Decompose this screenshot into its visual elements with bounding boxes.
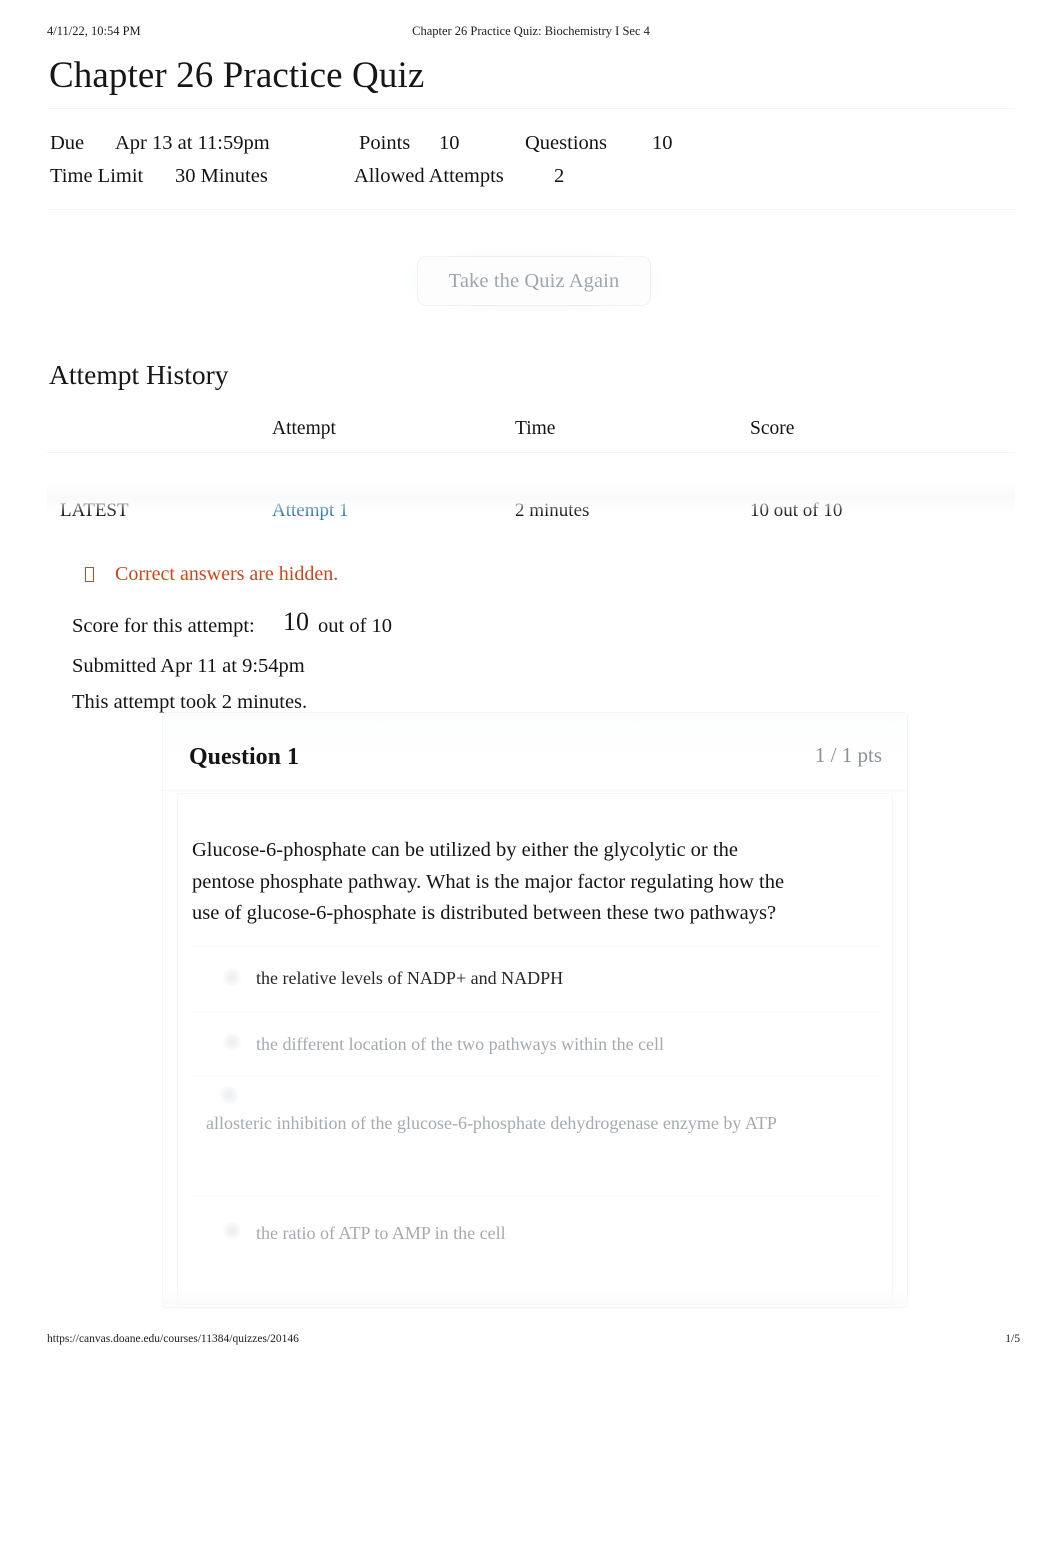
score-value: 10 [283,607,309,636]
due-label: Due [50,132,85,154]
table-header-divider [47,452,1015,453]
radio-button-icon[interactable] [223,1033,241,1051]
allowed-attempts-value: 2 [554,165,565,187]
title-divider [47,108,1015,109]
question-header: Question 1 1 / 1 pts [163,713,907,791]
attempt-summary: Score for this attempt: 10 out of 10 Sub… [72,607,672,713]
retake-area: Take the Quiz Again [0,248,1062,318]
score-line: Score for this attempt: 10 out of 10 [72,607,672,642]
question-body: Glucose-6-phosphate can be utilized by e… [177,793,893,1305]
print-footer: https://canvas.doane.edu/courses/11384/q… [0,1333,1062,1351]
attempt-history-bottom-shade [47,480,1015,514]
quiz-meta-divider [47,209,1015,210]
answer-option-3[interactable]: allosteric inhibition of the glucose-6-p… [192,1076,880,1195]
questions-label: Questions [525,132,607,154]
points-value: 10 [439,132,460,154]
radio-button-icon[interactable] [223,1222,241,1240]
question-card-bottom-shade [162,1290,908,1308]
quiz-meta-row-1: Due Apr 13 at 11:59pm Points 10 Question… [47,127,1015,160]
print-document-title: Chapter 26 Practice Quiz: Biochemistry I… [412,24,650,38]
print-footer-page-number: 1/5 [1005,1333,1020,1345]
question-title: Question 1 [189,744,300,770]
answer-list: the relative levels of NADP+ and NADPH t… [192,946,880,1268]
answer-option-2[interactable]: the different location of the two pathwa… [192,1012,880,1076]
answer-option-1[interactable]: the relative levels of NADP+ and NADPH [192,946,880,1012]
question-points: 1 / 1 pts [814,743,882,767]
attempt-history-heading: Attempt History [49,359,229,390]
answer-option-3-label: allosteric inhibition of the glucose-6-p… [206,1113,777,1133]
score-label: Score for this attempt: [72,615,255,637]
correct-answers-hidden-notice: Correct answers are hidden. [85,560,338,588]
points-label: Points [359,132,411,154]
due-value: Apr 13 at 11:59pm [115,132,270,154]
warning-icon [85,566,94,582]
time-limit-label: Time Limit [50,165,144,187]
column-header-score: Score [750,418,795,439]
time-limit-value: 30 Minutes [175,165,268,187]
submitted-line: Submitted Apr 11 at 9:54pm [72,655,305,677]
question-text: Glucose-6-phosphate can be utilized by e… [192,839,785,924]
answer-option-4-label: the ratio of ATP to AMP in the cell [256,1223,506,1243]
column-header-attempt: Attempt [272,418,336,439]
allowed-attempts-label: Allowed Attempts [354,165,504,187]
table-header-row: Attempt Time Score [47,415,1015,453]
quiz-meta-row-2: Time Limit 30 Minutes Allowed Attempts 2 [47,160,1015,193]
take-quiz-again-button[interactable]: Take the Quiz Again [418,257,650,305]
answer-option-4[interactable]: the ratio of ATP to AMP in the cell [192,1195,880,1268]
answer-option-2-label: the different location of the two pathwa… [256,1034,665,1054]
question-card: Question 1 1 / 1 pts Glucose-6-phosphate… [162,712,908,1308]
column-header-time: Time [515,418,556,439]
take-quiz-again-label: Take the Quiz Again [448,269,620,292]
questions-value: 10 [652,132,673,154]
correct-answers-hidden-label: Correct answers are hidden. [115,563,339,585]
print-header: 4/11/22, 10:54 PM Chapter 26 Practice Qu… [0,24,1062,42]
print-footer-url: https://canvas.doane.edu/courses/11384/q… [47,1333,299,1345]
score-out-of: out of 10 [318,615,393,637]
answer-option-1-label: the relative levels of NADP+ and NADPH [256,968,564,988]
radio-button-icon[interactable] [223,968,241,986]
radio-button-icon[interactable] [220,1086,238,1104]
page-title: Chapter 26 Practice Quiz [49,55,425,96]
quiz-meta: Due Apr 13 at 11:59pm Points 10 Question… [47,125,1015,201]
